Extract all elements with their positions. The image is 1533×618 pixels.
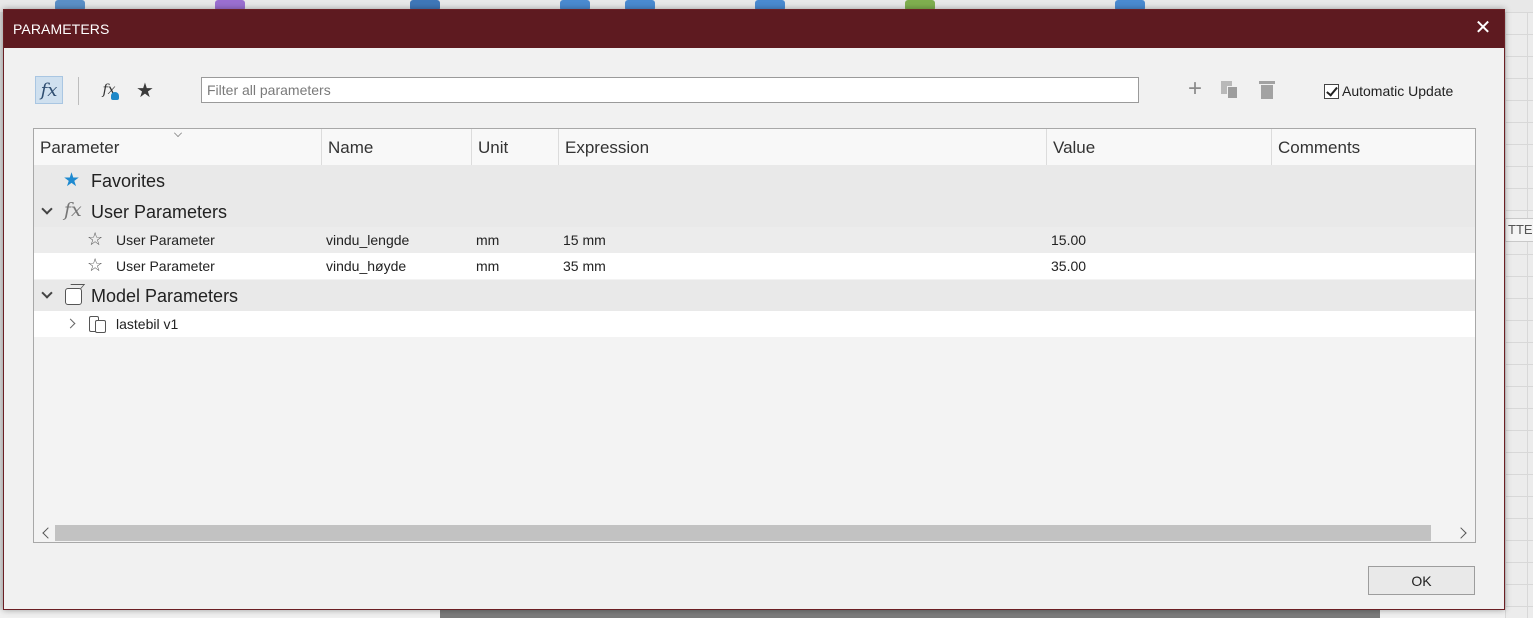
dialog-titlebar: PARAMETERS ✕ [4, 10, 1504, 48]
column-header-name[interactable]: Name [322, 129, 472, 165]
cell-parameter: User Parameter [116, 232, 215, 248]
cell-expression[interactable]: 15 mm [563, 232, 606, 248]
show-user-parameters-button[interactable]: fx [95, 76, 123, 104]
background-side-tab: TTE [1505, 218, 1533, 242]
toolbar-separator [78, 77, 79, 105]
chevron-down-icon[interactable] [41, 287, 53, 299]
column-header-expression[interactable]: Expression [559, 129, 1047, 165]
person-icon [111, 92, 119, 100]
model-parameters-group-row[interactable]: Model Parameters [34, 280, 1475, 311]
ok-button[interactable]: OK [1368, 566, 1475, 595]
automatic-update-checkbox[interactable] [1324, 83, 1339, 99]
dialog-title: PARAMETERS [13, 21, 110, 37]
user-parameters-group-row[interactable]: fx User Parameters [34, 196, 1475, 227]
cell-name: vindu_lengde [326, 232, 410, 248]
cell-value: 35.00 [1051, 258, 1087, 274]
filter-input[interactable] [201, 77, 1139, 103]
scroll-right-icon[interactable] [1455, 525, 1471, 541]
table-header: Parameter Name Unit Expression Value Com… [34, 129, 1475, 165]
star-icon: ★ [63, 170, 81, 191]
horizontal-scrollbar[interactable] [34, 522, 1475, 542]
column-header-parameter[interactable]: Parameter [34, 129, 322, 165]
cell-unit: mm [476, 232, 500, 248]
add-parameter-button[interactable]: + [1183, 75, 1207, 102]
copy-parameter-button[interactable] [1219, 78, 1243, 102]
table-row[interactable]: lastebil v1 [34, 311, 1475, 337]
fx-icon: fx [64, 199, 82, 221]
fx-icon: fx [40, 79, 58, 101]
cube-icon [65, 288, 82, 305]
show-all-parameters-button[interactable]: fx [35, 76, 63, 104]
parameters-dialog: PARAMETERS ✕ fx fx ★ + Automatic Update … [3, 9, 1505, 610]
delete-parameter-button[interactable] [1255, 78, 1279, 102]
cell-parameter: User Parameter [116, 258, 215, 274]
cell-unit: mm [476, 258, 500, 274]
plus-icon: + [1187, 75, 1202, 102]
scrollbar-thumb[interactable] [55, 525, 1431, 541]
star-icon: ★ [136, 79, 154, 102]
star-outline-icon[interactable]: ☆ [87, 255, 103, 276]
automatic-update-label: Automatic Update [1342, 83, 1454, 99]
favorites-group-row[interactable]: ★ Favorites [34, 165, 1475, 196]
close-icon[interactable]: ✕ [1472, 18, 1494, 40]
column-header-unit[interactable]: Unit [472, 129, 559, 165]
chevron-down-icon[interactable] [41, 203, 53, 215]
model-parameters-group-label: Model Parameters [91, 286, 239, 306]
scroll-left-icon[interactable] [38, 525, 54, 541]
sort-caret-icon [174, 129, 182, 137]
parameters-table: Parameter Name Unit Expression Value Com… [33, 128, 1476, 543]
chevron-right-icon[interactable] [65, 318, 76, 329]
user-parameters-group-label: User Parameters [91, 202, 228, 222]
background-timeline [0, 610, 1505, 618]
show-favorites-button[interactable]: ★ [131, 76, 159, 104]
cell-expression[interactable]: 35 mm [563, 258, 606, 274]
automatic-update-toggle[interactable]: Automatic Update [1324, 81, 1453, 101]
table-row[interactable]: ☆ User Parameter vindu_lengde mm 15 mm 1… [34, 227, 1475, 253]
cell-component: lastebil v1 [116, 316, 179, 332]
background-canvas-grid [1505, 12, 1533, 618]
column-header-value[interactable]: Value [1047, 129, 1272, 165]
table-row[interactable]: ☆ User Parameter vindu_høyde mm 35 mm 35… [34, 253, 1475, 279]
trash-icon [1259, 81, 1275, 84]
favorites-group-label: Favorites [91, 171, 166, 191]
column-header-comments[interactable]: Comments [1272, 129, 1475, 165]
component-icon [89, 314, 107, 334]
cell-name: vindu_høyde [326, 258, 407, 274]
star-outline-icon[interactable]: ☆ [87, 229, 103, 250]
cell-value: 15.00 [1051, 232, 1087, 248]
